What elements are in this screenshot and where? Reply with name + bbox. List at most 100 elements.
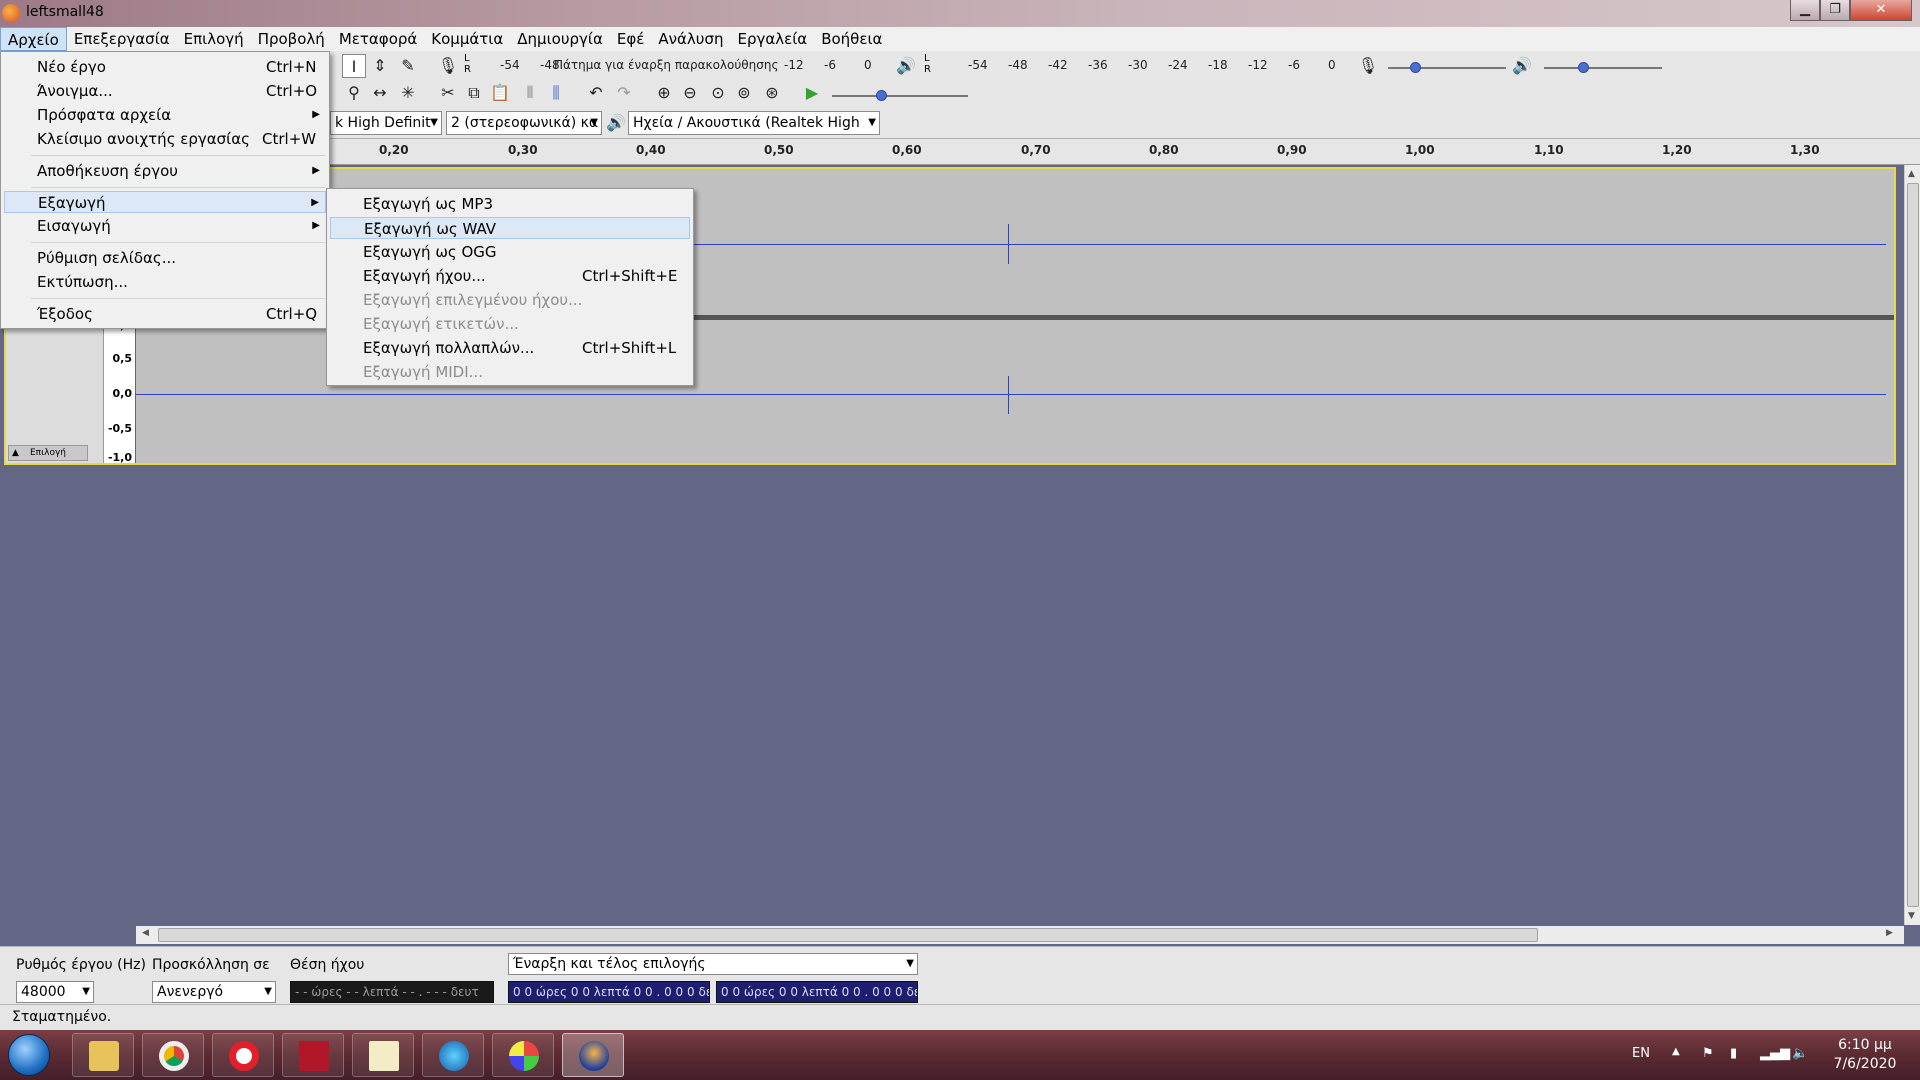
menu-item-export-mp3[interactable]: Εξαγωγή ως MP3 bbox=[330, 193, 690, 215]
cut-icon[interactable]: ✂ bbox=[436, 81, 460, 105]
right-channel-waveform[interactable] bbox=[136, 394, 1886, 395]
show-hidden-icons-icon[interactable]: ▲ bbox=[1672, 1046, 1680, 1057]
language-indicator[interactable]: EN bbox=[1632, 1046, 1650, 1061]
menu-item-export-multiple[interactable]: Εξαγωγή πολλαπλών... Ctrl+Shift+L bbox=[330, 337, 690, 359]
record-meter-scale[interactable]: -54 -48Πάτημα για έναρξη παρακολούθησης -1… bbox=[500, 58, 878, 72]
menu-item-open[interactable]: Άνοιγμα... Ctrl+O bbox=[4, 80, 326, 102]
multi-tool-icon[interactable]: ✳ bbox=[396, 81, 420, 105]
selection-tool-icon[interactable]: I bbox=[342, 54, 366, 78]
minimize-button[interactable]: ▁ bbox=[1790, 0, 1820, 21]
channels-select[interactable]: 2 (στερεοφωνικά) κα ▼ bbox=[446, 111, 602, 135]
audio-position-field[interactable]: - - ώρες - - λεπτά - - . - - - δευτ bbox=[290, 981, 494, 1003]
menu-item-export-ogg[interactable]: Εξαγωγή ως OGG bbox=[330, 241, 690, 263]
taskbar-opera[interactable] bbox=[212, 1033, 274, 1077]
menu-item-print[interactable]: Εκτύπωση... bbox=[4, 271, 326, 293]
taskbar-app[interactable] bbox=[282, 1033, 344, 1077]
headphones-icon bbox=[579, 1041, 609, 1071]
taskbar-media-player[interactable] bbox=[422, 1033, 484, 1077]
submenu-arrow-icon: ▶ bbox=[311, 197, 319, 208]
menu-edit[interactable]: Επεξεργασία bbox=[67, 27, 177, 51]
playback-meter-scale[interactable]: -54 -48 -42 -36 -30 -24 -18 -12 -6 0 bbox=[968, 58, 1342, 72]
menu-item-exit[interactable]: Έξοδος Ctrl+Q bbox=[4, 303, 326, 325]
scroll-up-icon[interactable]: ▲ bbox=[1908, 169, 1915, 179]
selection-start-field[interactable]: 0 0 ώρες 0 0 λεπτά 0 0 . 0 0 0 δευτ bbox=[508, 981, 710, 1003]
playback-device-select[interactable]: Ηχεία / Ακουστικά (Realtek High ▼ bbox=[628, 111, 880, 135]
meter-tick: -18 bbox=[1208, 58, 1228, 72]
fit-project-icon[interactable]: ⊚ bbox=[732, 81, 756, 105]
taskbar-explorer[interactable] bbox=[72, 1033, 134, 1077]
record-meter-mic-icon[interactable]: 🎙 bbox=[436, 54, 460, 78]
menu-file[interactable]: Αρχείο bbox=[0, 27, 67, 51]
vertical-scrollbar[interactable]: ▲ ▼ bbox=[1904, 165, 1920, 925]
menu-effect[interactable]: Εφέ bbox=[610, 27, 651, 51]
menu-analyze[interactable]: Ανάλυση bbox=[651, 27, 730, 51]
horizontal-scrollbar[interactable]: ◀ ▶ bbox=[136, 926, 1904, 944]
menu-item-import[interactable]: Εισαγωγή ▶ bbox=[4, 215, 326, 237]
network-icon[interactable]: ▂▄▆ bbox=[1760, 1046, 1790, 1061]
volume-icon[interactable]: 🔈 bbox=[1792, 1046, 1808, 1061]
scroll-left-icon[interactable]: ◀ bbox=[142, 928, 149, 938]
playback-meter-speaker-icon[interactable]: 🔊 bbox=[894, 54, 918, 78]
start-button-icon[interactable] bbox=[8, 1034, 50, 1076]
submenu-arrow-icon: ▶ bbox=[312, 220, 320, 231]
menu-view[interactable]: Προβολή bbox=[251, 27, 332, 51]
menu-generate[interactable]: Δημιουργία bbox=[510, 27, 610, 51]
menu-item-save-project[interactable]: Αποθήκευση έργου ▶ bbox=[4, 160, 326, 182]
project-rate-select[interactable]: 48000 ▼ bbox=[16, 981, 94, 1003]
playback-volume-slider[interactable] bbox=[1544, 62, 1662, 73]
horizontal-scroll-thumb[interactable] bbox=[158, 928, 1538, 942]
recording-volume-slider[interactable] bbox=[1388, 62, 1506, 73]
menu-tracks[interactable]: Κομμάτια bbox=[424, 27, 510, 51]
menu-select[interactable]: Επιλογή bbox=[177, 27, 251, 51]
selection-end-field[interactable]: 0 0 ώρες 0 0 λεπτά 0 0 . 0 0 0 δευτ bbox=[716, 981, 918, 1003]
menu-item-export-audio[interactable]: Εξαγωγή ήχου... Ctrl+Shift+E bbox=[330, 265, 690, 287]
paste-icon[interactable]: 📋 bbox=[488, 81, 512, 105]
draw-tool-icon[interactable]: ✎ bbox=[396, 54, 420, 78]
collapse-icon[interactable]: ▲ bbox=[12, 446, 19, 460]
menu-item-export[interactable]: Εξαγωγή ▶ bbox=[4, 191, 326, 213]
battery-icon[interactable]: ▮ bbox=[1730, 1046, 1737, 1061]
fit-selection-icon[interactable]: ⊙ bbox=[706, 81, 730, 105]
recording-device-select[interactable]: k High Definit ▼ bbox=[330, 111, 442, 135]
trim-icon[interactable]: ⫴ bbox=[518, 81, 542, 105]
zoom-toggle-icon[interactable]: ⊛ bbox=[760, 81, 784, 105]
envelope-tool-icon[interactable]: ⇕ bbox=[368, 54, 392, 78]
slider-knob[interactable] bbox=[876, 90, 887, 101]
menu-item-export-wav[interactable]: Εξαγωγή ως WAV bbox=[330, 217, 690, 239]
zoom-out-icon[interactable]: ⊖ bbox=[678, 81, 702, 105]
menu-transport[interactable]: Μεταφορά bbox=[332, 27, 424, 51]
taskbar-notepad[interactable] bbox=[352, 1033, 414, 1077]
menu-help[interactable]: Βοήθεια bbox=[814, 27, 889, 51]
snap-select[interactable]: Ανενεργό ▼ bbox=[152, 981, 276, 1003]
play-at-speed-icon[interactable]: ▶ bbox=[800, 81, 824, 105]
scroll-down-icon[interactable]: ▼ bbox=[1908, 911, 1915, 921]
slider-knob[interactable] bbox=[1578, 62, 1589, 73]
redo-icon[interactable]: ↷ bbox=[612, 81, 636, 105]
track-select-button[interactable]: ▲ Επιλογή bbox=[8, 445, 88, 461]
maximize-button[interactable]: ❐ bbox=[1820, 0, 1850, 21]
close-button[interactable]: ✕ bbox=[1850, 0, 1912, 21]
undo-icon[interactable]: ↶ bbox=[584, 81, 608, 105]
taskbar-clock[interactable]: 6:10 μμ 7/6/2020 bbox=[1820, 1036, 1910, 1074]
menu-tools[interactable]: Εργαλεία bbox=[730, 27, 814, 51]
vertical-scroll-thumb[interactable] bbox=[1907, 183, 1919, 907]
silence-icon[interactable]: ⫼ bbox=[544, 81, 568, 105]
menu-item-close[interactable]: Κλείσιμο ανοιχτής εργασίας Ctrl+W bbox=[4, 128, 326, 150]
play-speed-slider[interactable] bbox=[832, 90, 968, 101]
time-shift-tool-icon[interactable]: ↔ bbox=[368, 81, 392, 105]
menu-item-recent-files[interactable]: Πρόσφατα αρχεία ▶ bbox=[4, 104, 326, 126]
selection-mode-select[interactable]: Έναρξη και τέλος επιλογής ▼ bbox=[508, 953, 918, 975]
meter-tick: -48 bbox=[540, 58, 560, 72]
taskbar-audacity[interactable] bbox=[562, 1033, 624, 1077]
action-center-flag-icon[interactable]: ⚑ bbox=[1702, 1046, 1714, 1061]
zoom-in-icon[interactable]: ⊕ bbox=[652, 81, 676, 105]
menu-item-new-project[interactable]: Νέο έργο Ctrl+N bbox=[4, 56, 326, 78]
scroll-right-icon[interactable]: ▶ bbox=[1886, 928, 1893, 938]
slider-knob[interactable] bbox=[1410, 62, 1421, 73]
taskbar-paint[interactable] bbox=[492, 1033, 554, 1077]
zoom-tool-icon[interactable]: ⚲ bbox=[342, 81, 366, 105]
taskbar-chrome[interactable] bbox=[142, 1033, 204, 1077]
menu-item-page-setup[interactable]: Ρύθμιση σελίδας... bbox=[4, 247, 326, 269]
menu-shortcut: Ctrl+Shift+E bbox=[582, 267, 678, 285]
copy-icon[interactable]: ⧉ bbox=[462, 81, 486, 105]
